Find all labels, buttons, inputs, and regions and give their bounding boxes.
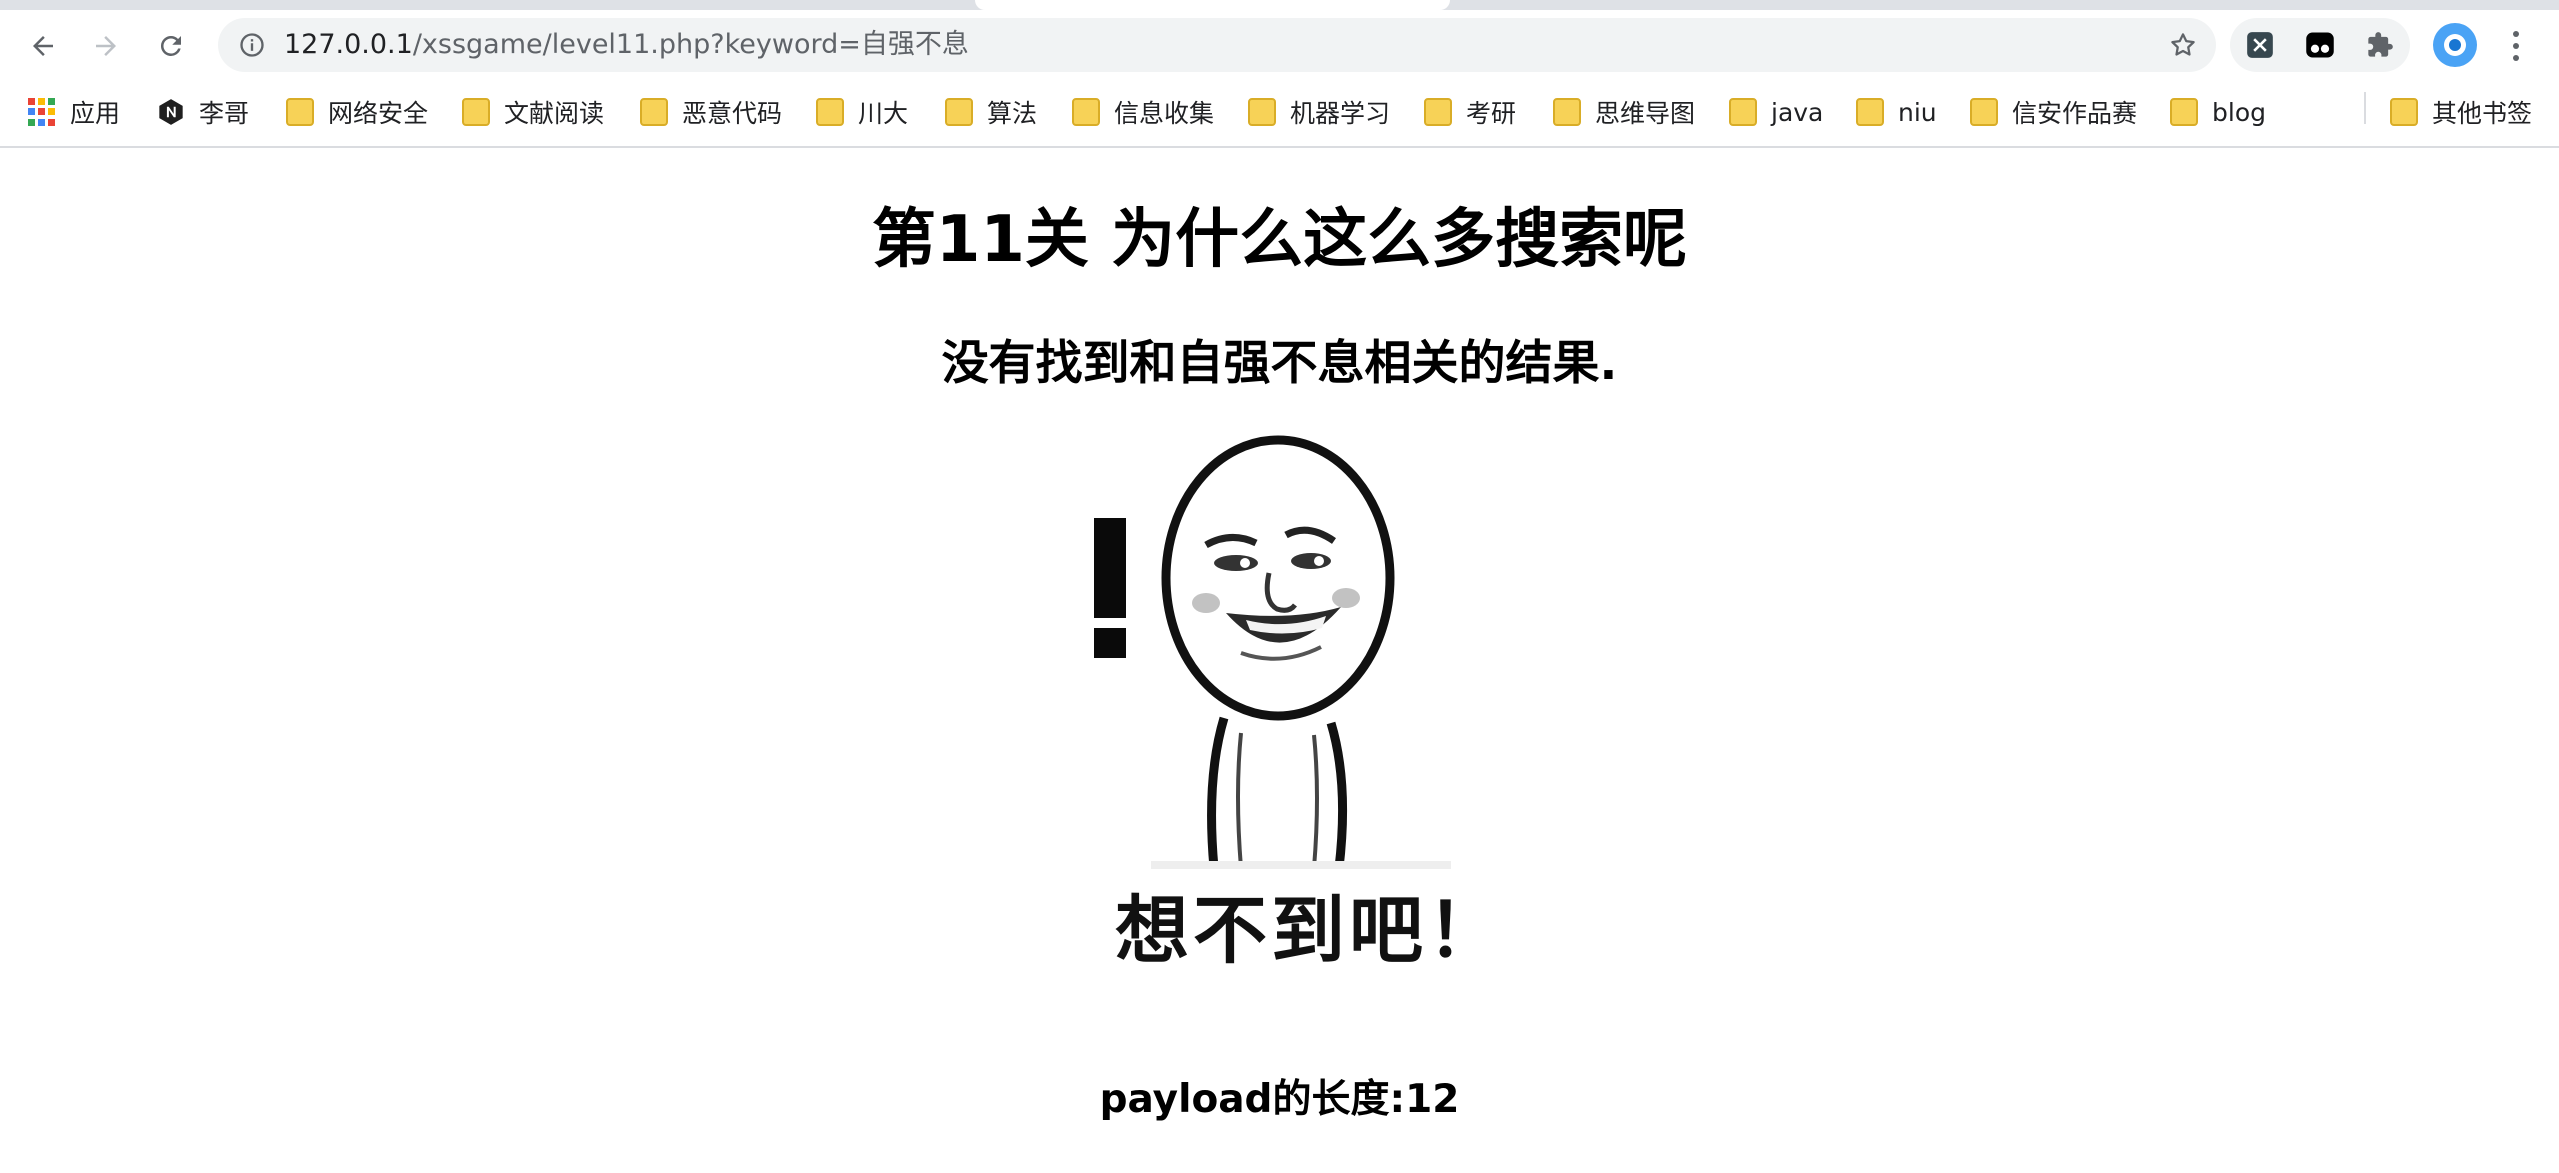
bookmark-star-icon[interactable]	[2168, 30, 2198, 60]
bookmark-folder-info-gathering[interactable]: 信息收集	[1072, 90, 1214, 134]
folder-icon	[1970, 98, 1998, 126]
bookmark-label: 算法	[987, 99, 1038, 128]
n-logo-icon	[159, 99, 183, 125]
bookmark-folder-niu[interactable]: niu	[1856, 90, 1937, 134]
bookmark-label: 信安作品赛	[2012, 99, 2138, 128]
back-button[interactable]	[20, 23, 66, 69]
bookmark-folder-kaoyan[interactable]: 考研	[1424, 90, 1516, 134]
bookmark-label: java	[1771, 97, 1824, 127]
arrow-left-icon	[33, 36, 53, 56]
url-path: /xssgame/level11.php?keyword=自强不息	[412, 29, 969, 60]
head-outline	[1161, 435, 1395, 721]
bookmark-apps[interactable]: 应用	[28, 90, 120, 134]
x-extension-icon	[2247, 32, 2273, 58]
folder-icon	[1424, 98, 1452, 126]
bookmark-label: 文献阅读	[504, 99, 605, 128]
profile-avatar[interactable]	[2433, 23, 2477, 67]
bookmark-folder-literature[interactable]: 文献阅读	[462, 90, 604, 134]
avatar-icon	[2435, 25, 2475, 65]
bookmark-folder-network-security[interactable]: 网络安全	[286, 90, 428, 134]
bookmark-label: 机器学习	[1290, 99, 1391, 128]
bookmark-folder-scu[interactable]: 川大	[816, 90, 908, 134]
bookmark-folder-mindmap[interactable]: 思维导图	[1553, 90, 1695, 134]
payload-length: payload的长度:12	[1099, 1077, 1460, 1122]
bookmark-label: niu	[1898, 97, 1937, 127]
folder-icon	[945, 98, 973, 126]
bookmark-label: 其他书签	[2432, 99, 2533, 128]
bookmark-label: blog	[2212, 97, 2266, 127]
meme-caption: 想不到吧！	[1115, 888, 1505, 974]
extensions-group	[2230, 18, 2410, 72]
folder-icon	[640, 98, 668, 126]
folder-icon	[462, 98, 490, 126]
exclamation-dot	[1094, 628, 1126, 658]
folder-icon	[1072, 98, 1100, 126]
meme-image: 想不到吧！	[1041, 423, 1579, 1023]
folder-icon	[1729, 98, 1757, 126]
extension-x[interactable]	[2244, 29, 2276, 61]
search-result-message: 没有找到和自强不息相关的结果.	[941, 336, 1618, 391]
tab-strip	[0, 0, 2559, 10]
ground-shadow	[1151, 861, 1451, 869]
folder-icon	[286, 98, 314, 126]
bookmark-label: 应用	[70, 99, 121, 128]
apps-grid-icon	[28, 98, 56, 126]
browser-menu-button[interactable]	[2496, 23, 2536, 69]
menu-dot-icon	[2513, 55, 2519, 61]
folder-icon	[1553, 98, 1581, 126]
arrow-right-icon	[96, 36, 116, 56]
folder-icon	[1856, 98, 1884, 126]
bookmark-label: 考研	[1466, 99, 1517, 128]
folder-icon	[816, 98, 844, 126]
menu-dot-icon	[2513, 31, 2519, 37]
extensions-button[interactable]	[2364, 29, 2396, 61]
forward-button[interactable]	[83, 23, 129, 69]
puzzle-icon	[2368, 32, 2393, 57]
body-left-line	[1207, 716, 1229, 869]
folder-icon	[2170, 98, 2198, 126]
folder-icon	[1248, 98, 1276, 126]
exclamation-bar	[1094, 518, 1126, 618]
bookmark-label: 信息收集	[1114, 99, 1215, 128]
folder-icon	[2390, 98, 2418, 126]
bookmarks-separator	[2364, 92, 2366, 124]
reload-icon	[160, 35, 181, 56]
bookmark-folder-java[interactable]: java	[1729, 90, 1823, 134]
body-right-line	[1326, 721, 1348, 869]
bookmark-label: 川大	[858, 99, 909, 128]
bookmark-folder-machine-learning[interactable]: 机器学习	[1248, 90, 1390, 134]
bookmark-folder-malware[interactable]: 恶意代码	[640, 90, 782, 134]
bookmark-folder-algorithms[interactable]: 算法	[945, 90, 1037, 134]
bookmark-folder-competition[interactable]: 信安作品赛	[1970, 90, 2137, 134]
browser-toolbar: 127.0.0.1/xssgame/level11.php?keyword=自强…	[0, 10, 2559, 80]
extension-tampermonkey[interactable]	[2304, 29, 2336, 61]
url-host: 127.0.0.1	[284, 29, 413, 60]
address-bar[interactable]: 127.0.0.1/xssgame/level11.php?keyword=自强…	[218, 18, 2216, 72]
tampermonkey-icon	[2306, 32, 2334, 58]
bookmarks-bar: 应用 李哥 网络安全 文献阅读 恶意代码 川大 算法 信息收集 机器学习 考研 …	[0, 80, 2559, 148]
bookmark-folder-other[interactable]: 其他书签	[2390, 90, 2532, 134]
bookmark-lige[interactable]: 李哥	[157, 90, 249, 134]
active-tab-edge[interactable]	[975, 0, 1450, 10]
info-icon[interactable]	[238, 31, 266, 59]
reload-button[interactable]	[148, 23, 194, 69]
bookmark-label: 恶意代码	[682, 99, 783, 128]
bookmark-label: 思维导图	[1595, 99, 1696, 128]
bookmark-label: 网络安全	[328, 99, 429, 128]
menu-dot-icon	[2513, 43, 2519, 49]
url-text[interactable]: 127.0.0.1/xssgame/level11.php?keyword=自强…	[284, 18, 969, 72]
page-title: 第11关 为什么这么多搜索呢	[871, 203, 1688, 277]
bookmark-label: 李哥	[199, 99, 250, 128]
bookmark-folder-blog[interactable]: blog	[2170, 90, 2266, 134]
